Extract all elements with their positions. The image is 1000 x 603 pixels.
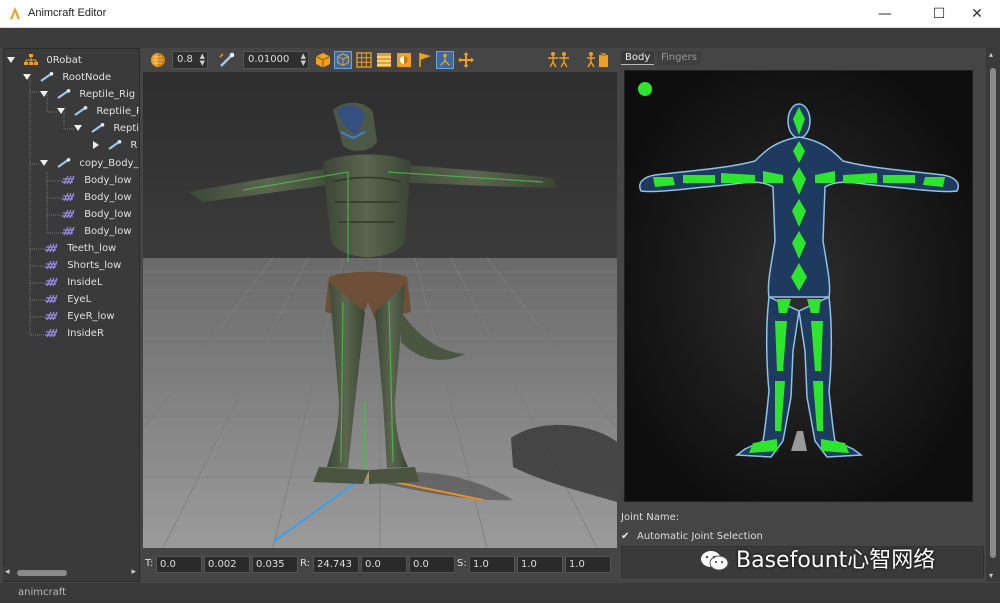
opacity-spinbox[interactable]: 0.8 ▲ ▼ [172,51,208,69]
flag-icon[interactable] [416,51,434,69]
translate-label: T: [145,558,154,569]
opacity-value: 0.8 [177,54,193,65]
scale-z-field[interactable]: 1.0 [565,556,611,573]
window-title: Animcraft Editor [28,7,107,19]
scroll-left-icon[interactable]: ◂ [5,567,10,577]
tab-fingers[interactable]: Fingers [657,51,701,65]
3d-viewport[interactable] [143,72,617,548]
rotate-x-field[interactable]: 24.743 [313,556,359,573]
opacity-icon[interactable] [149,51,167,69]
bone-scale-icon[interactable] [218,51,236,69]
spin-arrows-icon[interactable]: ▲ ▼ [200,53,205,67]
skeleton-icon[interactable] [436,51,454,69]
status-bar: animcraft [0,583,1000,603]
viewport-scene[interactable] [143,72,617,548]
rotate-y-field[interactable]: 0.0 [361,556,407,573]
mirror-pose-icon[interactable] [547,51,571,69]
wireframe-cube-icon[interactable] [334,51,352,69]
auto-joint-selection-label: Automatic Joint Selection [637,531,763,542]
auto-joint-selection-checkbox[interactable]: ✔ Automatic Joint Selection [621,531,763,542]
joint-name-label: Joint Name: [621,512,680,523]
scale-value: 0.01000 [248,54,290,65]
texture-icon[interactable] [375,51,393,69]
scale-x-field[interactable]: 1.0 [469,556,515,573]
spin-arrows-icon[interactable]: ▲ ▼ [301,53,306,67]
scale-label: S: [457,558,467,569]
rotate-z-field[interactable]: 0.0 [409,556,455,573]
translate-x-field[interactable]: 0.0 [156,556,202,573]
app-window: Animcraft Editor — ☐ ✕ 0Robat RootNode R… [0,0,1000,603]
lighting-icon[interactable] [395,51,413,69]
scroll-right-icon[interactable]: ▸ [131,567,136,577]
scale-spinbox[interactable]: 0.01000 ▲ ▼ [243,51,309,69]
scene-outliner[interactable]: 0Robat RootNode Reptile_Rig Reptile_R Re… [3,48,140,582]
status-dot-icon [638,82,652,96]
menu-bar [0,28,1000,48]
watermark-text: Basefount心智网络 [736,548,936,573]
character-clipboard-icon[interactable] [585,51,611,69]
viewport-toolbar: 0.8 ▲ ▼ 0.01000 ▲ ▼ [143,48,617,72]
status-text: animcraft [18,587,66,598]
scroll-up-icon[interactable]: ▴ [989,50,993,59]
translate-y-field[interactable]: 0.002 [204,556,250,573]
panel-vertical-scrollbar[interactable]: ▴ ▾ [986,48,1000,582]
watermark: Basefount心智网络 [700,542,935,576]
app-logo-icon [10,7,20,19]
close-button[interactable]: ✕ [954,0,1000,28]
root-joint-icon [791,431,807,451]
scroll-down-icon[interactable]: ▾ [989,571,993,580]
scrollbar-thumb[interactable] [990,68,996,558]
outliner-horizontal-scrollbar[interactable]: ◂ ▸ [3,566,138,580]
body-silhouette[interactable] [624,70,973,502]
minimize-button[interactable]: — [862,0,908,28]
body-map[interactable] [625,71,974,503]
transform-bar: T: 0.0 0.002 0.035 R: 24.743 0.0 0.0 S: … [143,552,617,576]
move-icon[interactable] [457,51,475,69]
translate-z-field[interactable]: 0.035 [252,556,298,573]
joint-mapping-panel: Body Fingers Joint Name: ✔ Automatic Joi… [619,48,984,582]
rotate-label: R: [300,558,311,569]
scale-y-field[interactable]: 1.0 [517,556,563,573]
tab-body[interactable]: Body [621,51,655,65]
checkmark-icon[interactable]: ✔ [621,531,633,542]
grid-icon[interactable] [355,51,373,69]
chat-bubble-icon [701,551,729,571]
title-bar: Animcraft Editor — ☐ ✕ [0,0,1000,28]
box-icon[interactable] [314,51,332,69]
tree-guides [29,78,74,336]
scrollbar-thumb[interactable] [17,570,67,576]
